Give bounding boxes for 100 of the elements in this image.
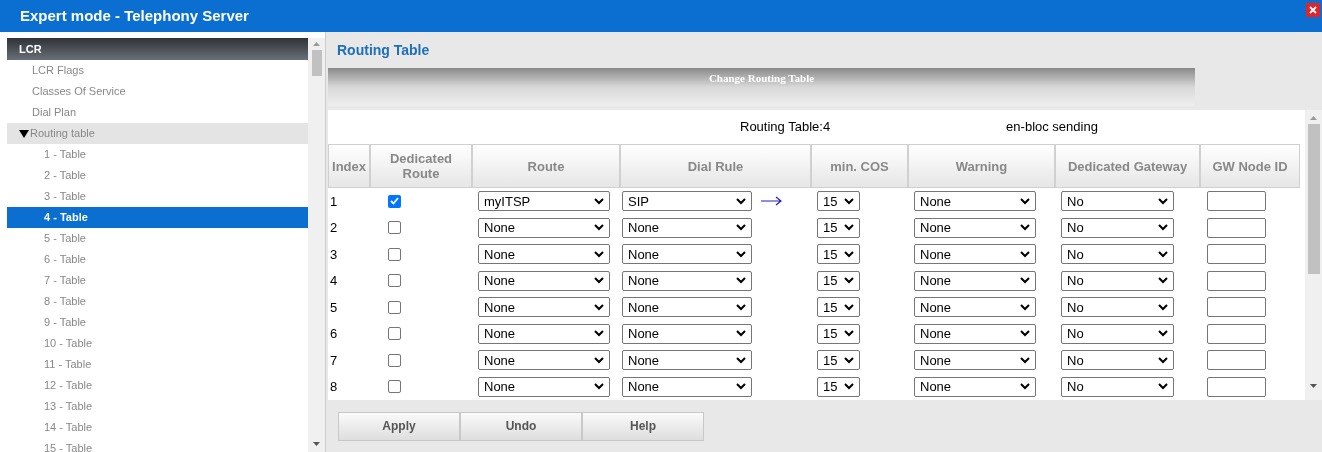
dropdown[interactable]: None: [478, 244, 610, 265]
checkbox[interactable]: [388, 327, 401, 341]
sidebar-item[interactable]: 7 - Table: [7, 270, 309, 291]
checkbox[interactable]: [388, 194, 401, 208]
dropdown[interactable]: None: [914, 376, 1036, 397]
dropdown[interactable]: No: [1061, 297, 1174, 318]
checkbox[interactable]: [388, 353, 401, 367]
node-id-field[interactable]: [1207, 217, 1266, 238]
dropdown[interactable]: None: [622, 270, 752, 291]
dropdown[interactable]: None: [622, 217, 752, 238]
sidebar-item[interactable]: 1 - Table: [7, 144, 309, 165]
scrollbar[interactable]: [1305, 110, 1322, 400]
dropdown[interactable]: None: [478, 323, 610, 344]
chevron-down-icon: [594, 224, 604, 232]
routing-table-label: Routing Table:4: [740, 118, 831, 137]
sidebar-item[interactable]: 4 - Table: [7, 207, 309, 228]
node-id-field[interactable]: [1207, 244, 1266, 265]
action-button[interactable]: Help: [582, 411, 704, 441]
sidebar-item[interactable]: LCR Flags: [7, 60, 309, 81]
sidebar-item[interactable]: 6 - Table: [7, 249, 309, 270]
sidebar-item[interactable]: 5 - Table: [7, 228, 309, 249]
dropdown[interactable]: None: [478, 217, 610, 238]
chevron-down-icon: [594, 356, 604, 364]
dropdown[interactable]: None: [478, 376, 610, 397]
dropdown[interactable]: No: [1061, 350, 1174, 371]
scrollbar[interactable]: [308, 38, 325, 452]
checkbox[interactable]: [388, 247, 401, 261]
dropdown[interactable]: None: [914, 244, 1036, 265]
chevron-down-icon: [736, 330, 746, 338]
dropdown[interactable]: None: [914, 323, 1036, 344]
node-id-field[interactable]: [1207, 270, 1266, 291]
sidebar-item[interactable]: 15 - Table: [7, 438, 309, 452]
dropdown[interactable]: No: [1061, 270, 1174, 291]
dropdown[interactable]: myITSP: [478, 191, 610, 212]
arrow-right-icon[interactable]: [761, 196, 783, 207]
chevron-down-icon: [736, 250, 746, 258]
sidebar-item[interactable]: 9 - Table: [7, 312, 309, 333]
sidebar-item[interactable]: 3 - Table: [7, 186, 309, 207]
node-id-field[interactable]: [1207, 376, 1266, 397]
dropdown[interactable]: None: [478, 350, 610, 371]
sidebar-item[interactable]: 10 - Table: [7, 333, 309, 354]
dropdown[interactable]: None: [622, 244, 752, 265]
chevron-down-icon: [1020, 356, 1030, 364]
dropdown[interactable]: None: [478, 297, 610, 318]
close-button[interactable]: [1306, 3, 1320, 17]
scroll-up-icon[interactable]: [313, 42, 320, 46]
node-id-field[interactable]: [1207, 350, 1266, 371]
checkbox[interactable]: [388, 221, 401, 235]
checkbox[interactable]: [388, 274, 401, 288]
scroll-down-icon[interactable]: [1310, 384, 1317, 388]
scrollbar-thumb[interactable]: [311, 50, 322, 76]
sidebar-item[interactable]: 8 - Table: [7, 291, 309, 312]
node-id-field[interactable]: [1207, 323, 1266, 344]
scrollbar-thumb[interactable]: [1307, 124, 1320, 274]
checkbox[interactable]: [388, 300, 401, 314]
sidebar-item[interactable]: 2 - Table: [7, 165, 309, 186]
window-title: Expert mode - Telephony Server: [20, 5, 249, 26]
chevron-down-icon: [1158, 330, 1168, 338]
action-button[interactable]: Apply: [338, 411, 460, 441]
dropdown[interactable]: 15: [817, 376, 860, 397]
dropdown[interactable]: None: [622, 323, 752, 344]
dropdown[interactable]: 15: [817, 323, 860, 344]
chevron-down-icon: [1158, 197, 1168, 205]
dropdown[interactable]: No: [1061, 217, 1174, 238]
dropdown[interactable]: None: [622, 350, 752, 371]
sidebar-item[interactable]: 11 - Table: [7, 354, 309, 375]
node-id-field[interactable]: [1207, 297, 1266, 318]
checkbox[interactable]: [388, 380, 401, 394]
action-button[interactable]: Undo: [460, 411, 582, 441]
chevron-down-icon: [1020, 303, 1030, 311]
dropdown[interactable]: None: [914, 297, 1036, 318]
dropdown[interactable]: None: [622, 376, 752, 397]
dropdown[interactable]: None: [914, 270, 1036, 291]
sidebar-item[interactable]: 14 - Table: [7, 417, 309, 438]
dropdown[interactable]: None: [914, 217, 1036, 238]
dropdown[interactable]: 15: [817, 297, 860, 318]
dropdown[interactable]: 15: [817, 191, 860, 212]
dropdown[interactable]: No: [1061, 244, 1174, 265]
scroll-up-icon[interactable]: [1310, 116, 1317, 120]
dropdown[interactable]: None: [478, 270, 610, 291]
sidebar-item[interactable]: 13 - Table: [7, 396, 309, 417]
dropdown[interactable]: No: [1061, 191, 1174, 212]
node-id-field[interactable]: [1207, 191, 1266, 212]
dropdown[interactable]: 15: [817, 350, 860, 371]
dropdown[interactable]: SIP: [622, 191, 752, 212]
sidebar-item[interactable]: 12 - Table: [7, 375, 309, 396]
dropdown[interactable]: None: [914, 350, 1036, 371]
dropdown[interactable]: 15: [817, 244, 860, 265]
dropdown[interactable]: None: [914, 191, 1036, 212]
chevron-down-icon: [1020, 383, 1030, 391]
column-header: Dial Rule: [620, 144, 811, 188]
dropdown[interactable]: No: [1061, 323, 1174, 344]
dropdown[interactable]: 15: [817, 217, 860, 238]
dropdown[interactable]: 15: [817, 270, 860, 291]
scroll-down-icon[interactable]: [313, 442, 320, 446]
dropdown[interactable]: None: [622, 297, 752, 318]
dropdown[interactable]: No: [1061, 376, 1174, 397]
column-header: Index: [328, 144, 370, 188]
sidebar-item[interactable]: Dial Plan: [7, 102, 309, 123]
sidebar-item[interactable]: Classes Of Service: [7, 81, 309, 102]
